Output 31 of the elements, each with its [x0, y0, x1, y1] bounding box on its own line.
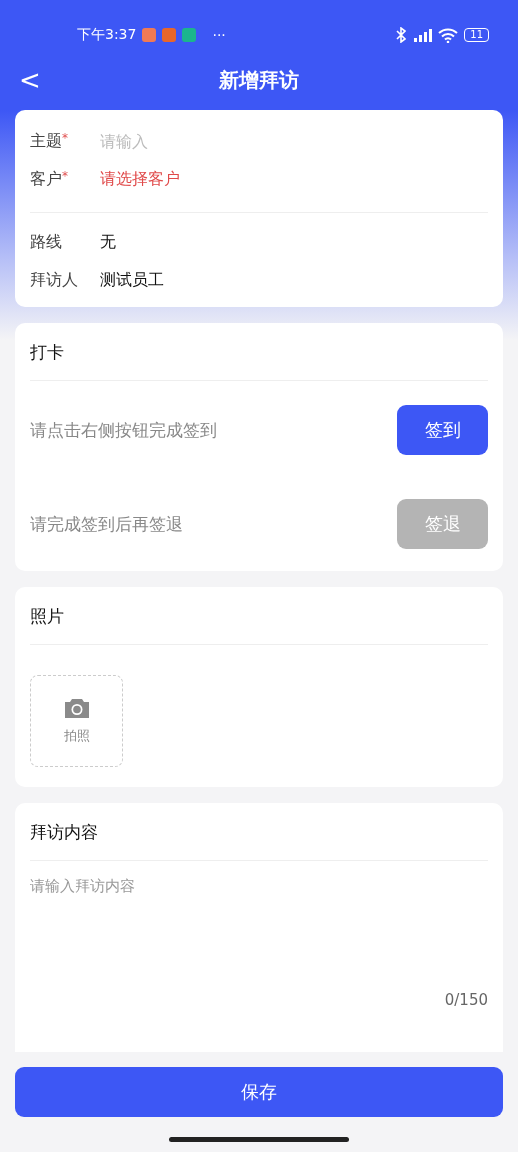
page-title: 新增拜访 — [219, 66, 299, 94]
more-notifications-icon: ··· — [212, 27, 226, 43]
save-button[interactable]: 保存 — [15, 1067, 503, 1117]
field-value: 无 — [100, 231, 116, 253]
customer-select[interactable]: 请选择客户 — [100, 168, 180, 190]
app-notification-icon — [142, 28, 157, 42]
app-notification-icon — [162, 28, 177, 42]
battery-icon: 11 — [464, 28, 489, 42]
field-label: 拜访人 — [30, 269, 78, 289]
camera-icon — [62, 697, 91, 719]
check-in-hint: 请点击右侧按钮完成签到 — [30, 418, 217, 442]
character-counter: 0/150 — [444, 991, 488, 1009]
required-mark: * — [62, 168, 68, 183]
app-notification-icon — [182, 28, 197, 42]
required-mark: * — [62, 130, 68, 145]
wifi-icon — [438, 27, 459, 43]
bluetooth-icon — [396, 27, 407, 43]
section-title: 打卡 — [30, 341, 65, 364]
back-button[interactable]: < — [15, 68, 45, 92]
section-title: 拜访内容 — [30, 821, 99, 844]
field-label: 主题 — [30, 130, 62, 150]
field-label: 路线 — [30, 231, 62, 251]
check-button[interactable]: 签到 — [397, 405, 488, 455]
field-value: 测试员工 — [100, 269, 164, 291]
signal-icon — [412, 28, 433, 42]
status-time: 下午3:37 — [77, 26, 137, 44]
take-photo-button[interactable]: 拍照 — [30, 675, 123, 767]
visit-content-field[interactable]: 请输入拜访内容 0/150 — [15, 861, 503, 1052]
section-title: 照片 — [30, 605, 65, 628]
field-label: 客户 — [30, 168, 62, 188]
check-in-hint: 请完成签到后再签退 — [30, 512, 183, 536]
